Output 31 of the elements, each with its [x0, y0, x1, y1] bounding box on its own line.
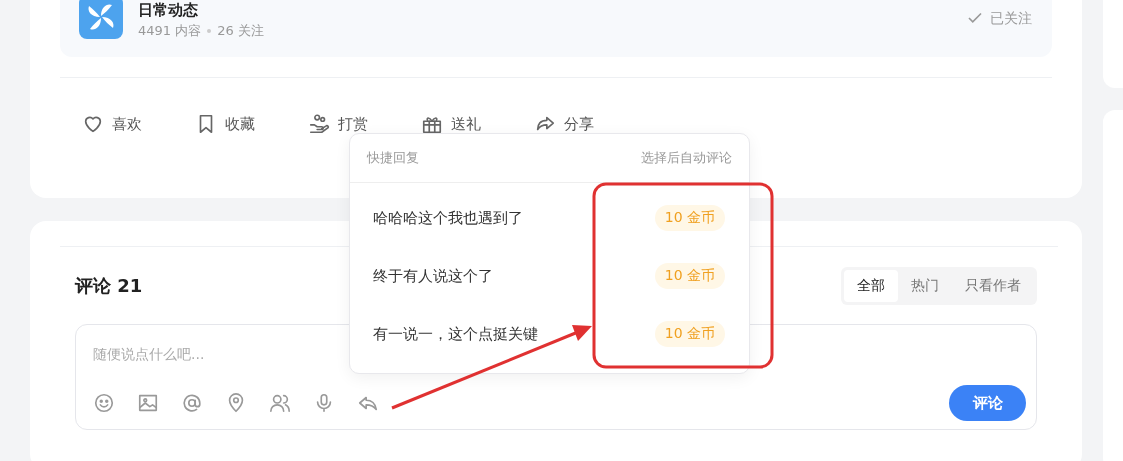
- popover-hint: 选择后自动评论: [641, 149, 732, 167]
- coin-price-badge: 10 金币: [654, 263, 725, 289]
- hand-coins-icon: [308, 113, 330, 135]
- channel-stat: 26 关注: [217, 22, 264, 40]
- reply-text: 有一说一，这个点挺关键: [373, 324, 538, 344]
- channel-stat: 4491 内容: [138, 22, 202, 40]
- image-icon[interactable]: [137, 392, 159, 414]
- pinwheel-logo-icon: [79, 0, 123, 39]
- separator-dot: [207, 29, 212, 33]
- action-button[interactable]: 喜欢: [82, 112, 195, 136]
- reply-text: 终于有人说这个了: [373, 266, 493, 286]
- coin-price-badge: 10 金币: [654, 321, 725, 347]
- comment-button[interactable]: 评论: [949, 385, 1026, 421]
- channel-card[interactable]: 日常动态 4491 内容 26 关注 已关注: [60, 0, 1052, 57]
- action-button[interactable]: 打赏: [308, 112, 421, 136]
- action-button[interactable]: 送礼: [421, 112, 534, 136]
- filter-tab[interactable]: 只看作者: [952, 270, 1034, 302]
- action-button[interactable]: 分享: [534, 112, 647, 136]
- reply-text: 哈哈哈这个我也遇到了: [373, 208, 523, 228]
- smiley-icon[interactable]: [93, 392, 115, 414]
- quick-reply-item[interactable]: 哈哈哈这个我也遇到了 10 金币: [350, 189, 749, 247]
- filter-tab[interactable]: 热门: [898, 270, 952, 302]
- people-icon[interactable]: [269, 392, 291, 414]
- action-button[interactable]: 收藏: [195, 112, 308, 136]
- popover-title: 快捷回复: [367, 149, 419, 167]
- comment-count-heading: 评论 21: [75, 274, 143, 298]
- at-sign-icon[interactable]: [181, 392, 203, 414]
- coin-price-badge: 10 金币: [654, 205, 725, 231]
- channel-name: 日常动态: [138, 0, 199, 20]
- quick-reply-item[interactable]: 终于有人说这个了 10 金币: [350, 247, 749, 305]
- filter-tab[interactable]: 全部: [844, 270, 898, 302]
